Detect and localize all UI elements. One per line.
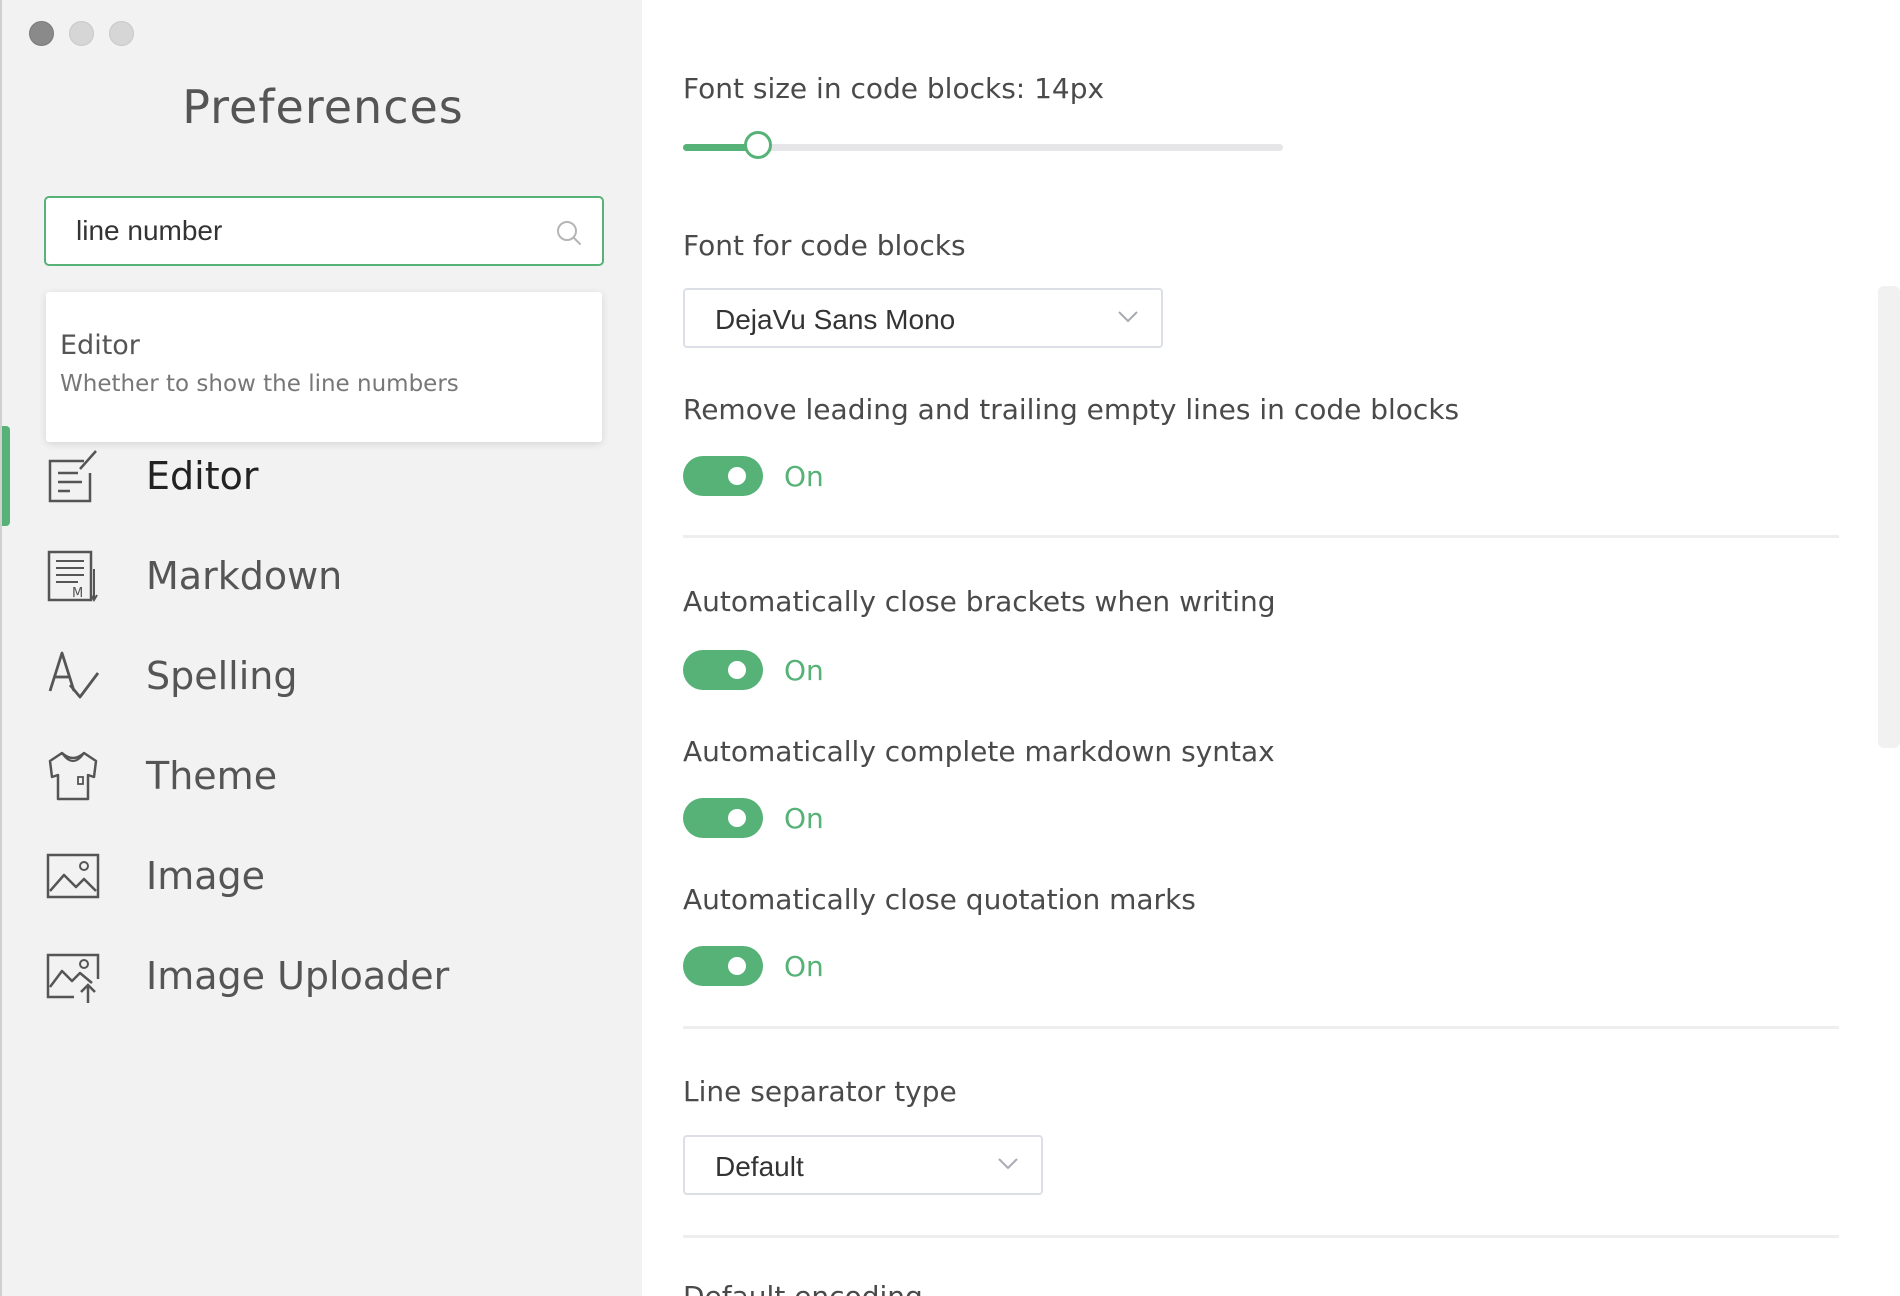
image-uploader-icon	[46, 953, 100, 1003]
code-font-select[interactable]: DejaVu Sans Mono	[683, 288, 1163, 348]
line-separator-label: Line separator type	[683, 1075, 957, 1108]
font-size-label: Font size in code blocks: 14px	[683, 72, 1105, 105]
toggle-state-text: On	[784, 801, 824, 835]
search-input[interactable]	[76, 198, 536, 264]
chevron-down-icon	[998, 1158, 1018, 1170]
sidebar-item-image[interactable]: Image	[44, 841, 604, 911]
toggle-state-text: On	[784, 949, 824, 983]
scrollbar[interactable]	[1878, 286, 1900, 748]
auto-markdown-toggle[interactable]	[683, 798, 763, 838]
line-separator-select[interactable]: Default	[683, 1135, 1043, 1195]
sidebar-item-label: Image Uploader	[146, 954, 450, 998]
sidebar-item-theme[interactable]: Theme	[44, 741, 604, 811]
trim-lines-setting: On	[683, 456, 824, 496]
markdown-icon: M	[47, 550, 98, 602]
search-box[interactable]	[44, 196, 604, 266]
sidebar-item-markdown[interactable]: M Markdown	[44, 541, 604, 611]
window-close-button[interactable]	[29, 21, 54, 46]
code-font-select-value: DejaVu Sans Mono	[715, 304, 956, 335]
editor-icon	[48, 450, 97, 503]
font-size-slider[interactable]	[683, 131, 1283, 159]
sidebar-item-label: Image	[146, 854, 266, 898]
auto-brackets-label: Automatically close brackets when writin…	[683, 585, 1276, 618]
spelling-icon	[48, 651, 100, 699]
preferences-window: Preferences Editor Whether to show the l…	[0, 0, 1900, 1296]
sidebar-item-label: Markdown	[146, 554, 343, 598]
search-result-description: Whether to show the line numbers	[60, 371, 459, 397]
sidebar-item-label: Spelling	[146, 654, 298, 698]
window-minimize-button[interactable]	[69, 21, 94, 46]
auto-brackets-setting: On	[683, 650, 824, 690]
divider	[683, 1235, 1839, 1238]
page-title: Preferences	[182, 80, 464, 134]
toggle-knob	[728, 957, 746, 975]
divider	[683, 1026, 1839, 1029]
auto-brackets-toggle[interactable]	[683, 650, 763, 690]
settings-panel: Font size in code blocks: 14px Font for …	[642, 0, 1900, 1296]
toggle-state-text: On	[784, 653, 824, 687]
chevron-down-icon	[1118, 311, 1138, 323]
auto-quotes-toggle[interactable]	[683, 946, 763, 986]
toggle-state-text: On	[784, 459, 824, 493]
sidebar-item-spelling[interactable]: Spelling	[44, 641, 604, 711]
code-font-label: Font for code blocks	[683, 229, 966, 262]
image-icon	[46, 853, 100, 899]
auto-markdown-setting: On	[683, 798, 824, 838]
theme-icon	[48, 751, 98, 801]
sidebar-item-label: Editor	[146, 454, 259, 498]
slider-thumb[interactable]	[744, 131, 772, 159]
svg-text:M: M	[72, 586, 83, 601]
trim-lines-label: Remove leading and trailing empty lines …	[683, 393, 1460, 426]
auto-markdown-label: Automatically complete markdown syntax	[683, 735, 1275, 768]
search-results-dropdown: Editor Whether to show the line numbers	[46, 292, 602, 442]
default-encoding-label: Default encoding	[683, 1280, 923, 1296]
sidebar-item-label: Theme	[146, 754, 278, 798]
active-indicator	[2, 426, 10, 526]
search-icon[interactable]	[556, 220, 582, 246]
toggle-knob	[728, 467, 746, 485]
sidebar: Preferences Editor Whether to show the l…	[0, 0, 642, 1296]
window-maximize-button[interactable]	[109, 21, 134, 46]
auto-quotes-label: Automatically close quotation marks	[683, 883, 1196, 916]
sidebar-item-editor[interactable]: Editor	[44, 441, 604, 511]
search-result-category: Editor	[60, 330, 140, 361]
divider	[683, 535, 1839, 538]
sidebar-item-image-uploader[interactable]: Image Uploader	[44, 941, 604, 1011]
trim-lines-toggle[interactable]	[683, 456, 763, 496]
line-separator-select-value: Default	[715, 1151, 804, 1182]
auto-quotes-setting: On	[683, 946, 824, 986]
toggle-knob	[728, 809, 746, 827]
toggle-knob	[728, 661, 746, 679]
